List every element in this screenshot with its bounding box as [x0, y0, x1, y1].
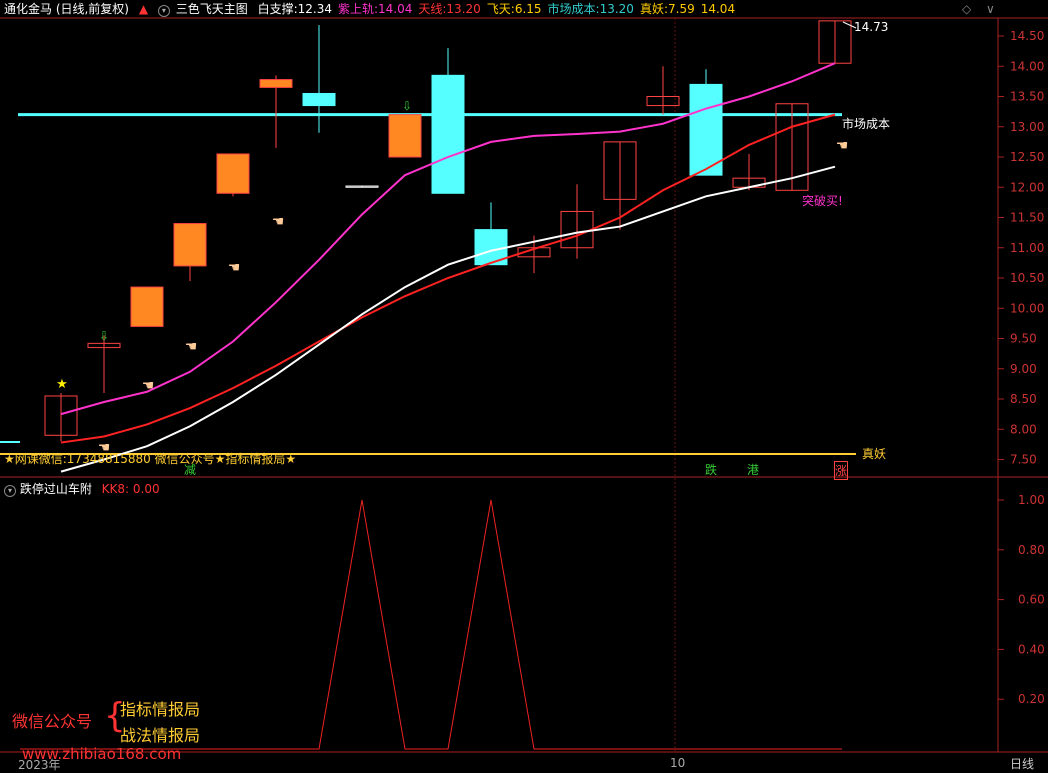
signal-mark-1: 跌 [705, 463, 718, 477]
sub-ytick-label-0: 0.20 [1018, 692, 1045, 706]
down-arrow-icon-2: ⇩ [402, 99, 412, 113]
candle-body-3 [173, 223, 207, 267]
ytick-label-6: 10.50 [1010, 271, 1044, 285]
watermark-brand-2: 战法情报局 [120, 726, 201, 745]
signal-mark-3: 涨 [834, 461, 849, 480]
down-arrow-icon-1: ⇩ [99, 329, 109, 343]
ytick-label-0: 7.50 [1010, 453, 1037, 467]
ytick-label-12: 13.50 [1010, 90, 1044, 104]
ytick-label-2: 8.50 [1010, 392, 1037, 406]
watermark-brand-1: 指标情报局 [120, 700, 201, 719]
chart-stage: 通化金马 (日线,前复权) ▲ ▾ 三色飞天主图 白支撑:12.34 紫上轨:14… [0, 0, 1048, 772]
period-label[interactable]: 日线 [1010, 755, 1034, 772]
promo-banner: ★网课微信:17348815880 微信公众号★指标情报局★ [4, 452, 297, 466]
hand-pointer-icon-4: ☚ [272, 214, 285, 230]
hand-pointer-icon-1: ☚ [142, 378, 155, 394]
candle-body-9 [431, 74, 465, 194]
candle-body-2 [130, 286, 164, 327]
ytick-label-10: 12.50 [1010, 150, 1044, 164]
breakout-buy-label: 突破买! [802, 194, 843, 208]
kk8-value: KK8: 0.00 [101, 482, 160, 496]
ytick-label-7: 11.00 [1010, 241, 1044, 255]
star-icon: ★ [56, 377, 68, 392]
price-chart: 7.50 8.00 8.50 9.00 9.50 10.00 10.50 11.00 11.50… [0, 17, 1048, 753]
sub-ytick-label-3: 0.80 [1018, 543, 1045, 557]
watermark-wechat: 微信公众号 [12, 712, 93, 731]
sub-ytick-label-4: 1.00 [1018, 493, 1045, 507]
month-label: 10 [670, 756, 686, 770]
candle-body-8 [388, 114, 422, 158]
ytick-label-8: 11.50 [1010, 211, 1044, 225]
candle-body-6 [302, 92, 336, 107]
candle-body-4 [216, 153, 250, 194]
ytick-label-13: 14.00 [1010, 59, 1044, 73]
ytick-label-5: 10.00 [1010, 301, 1044, 315]
sub-ytick-label-1: 0.40 [1018, 642, 1045, 656]
hand-pointer-icon-5: ☚ [836, 138, 849, 154]
ytick-label-11: 13.00 [1010, 120, 1044, 134]
ytick-label-14: 14.50 [1010, 29, 1044, 43]
hand-pointer-icon-3: ☚ [228, 260, 241, 276]
ytick-label-9: 12.00 [1010, 180, 1044, 194]
ytick-label-4: 9.50 [1010, 332, 1037, 346]
hand-pointer-icon-2: ☚ [185, 339, 198, 355]
sub-expand-icon[interactable]: ▾ [4, 485, 16, 497]
signal-mark-0: 减 [184, 463, 197, 477]
candle-body-15 [689, 83, 723, 176]
market-cost-label: 市场成本 [842, 117, 891, 131]
series-line-2 [60, 165, 836, 473]
zhenyao-label: 真妖 [862, 447, 887, 461]
watermark-url: www.zhibiao168.com [22, 745, 182, 763]
candle-body-5 [259, 79, 293, 88]
sub-panel-header: ▾ 跌停过山车附 KK8: 0.00 [4, 480, 160, 497]
ytick-label-1: 8.00 [1010, 422, 1037, 436]
sub-indicator-name[interactable]: 跌停过山车附 [20, 482, 92, 496]
signal-mark-2: 港 [747, 463, 760, 477]
sub-ytick-label-2: 0.60 [1018, 593, 1045, 607]
high-price-label: 14.73 [854, 20, 889, 34]
ytick-label-3: 9.00 [1010, 362, 1037, 376]
